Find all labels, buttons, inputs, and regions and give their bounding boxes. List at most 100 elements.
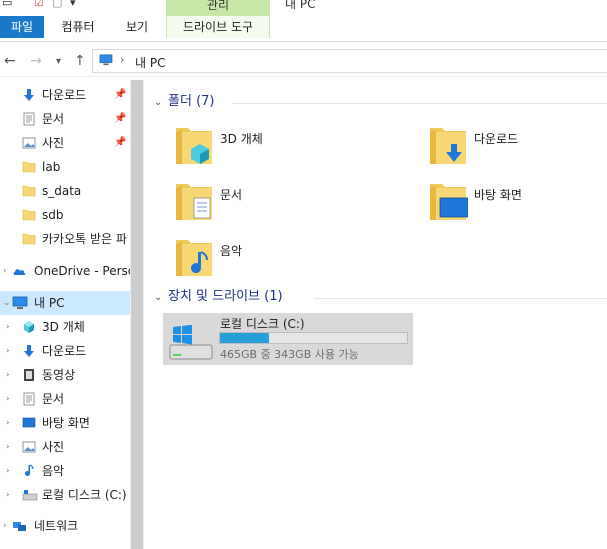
sidebar-item-label: 내 PC	[34, 296, 65, 310]
expand-chevron-icon[interactable]: ›	[3, 514, 7, 538]
tab-file[interactable]: 파일	[0, 16, 44, 38]
folder-icon	[22, 208, 36, 222]
sidebar-item-pictures[interactable]: › 사진	[0, 435, 130, 459]
expand-chevron-icon[interactable]: ›	[6, 315, 10, 339]
sidebar-item-local-disk[interactable]: › 로컬 디스크 (C:)	[0, 483, 130, 507]
sidebar-item-label: 로컬 디스크 (C:)	[42, 488, 127, 502]
group-header-folders[interactable]: ⌄ 폴더 (7)	[154, 92, 214, 112]
pictures-icon	[22, 136, 36, 150]
sidebar-item-onedrive[interactable]: › OneDrive - Persor	[0, 259, 130, 283]
expand-chevron-icon[interactable]: ›	[3, 259, 7, 283]
folder-label: 3D 개체	[220, 132, 263, 146]
pin-icon[interactable]: 📌	[114, 131, 126, 155]
address-path: 내 PC	[135, 56, 166, 70]
sidebar-item-downloads[interactable]: › 다운로드	[0, 339, 130, 363]
group-header-drives[interactable]: ⌄ 장치 및 드라이브 (1)	[154, 287, 283, 307]
sidebar-item-label: 다운로드	[42, 344, 87, 358]
scrollbar-thumb[interactable]	[131, 80, 143, 549]
drive-icon	[22, 488, 38, 502]
download-icon	[22, 88, 36, 102]
sidebar-scrollbar[interactable]	[130, 80, 144, 549]
expand-chevron-icon[interactable]: ›	[6, 339, 10, 363]
sidebar-item-network[interactable]: › 네트워크	[0, 514, 130, 538]
navigation-bar: ← → ▾ ↑ › 내 PC	[0, 45, 607, 77]
sidebar-item-label: 음악	[42, 464, 65, 478]
folder-3d-objects[interactable]: 3D 개체	[174, 122, 394, 172]
folder-icon	[22, 160, 36, 174]
expand-chevron-icon[interactable]: ›	[6, 363, 10, 387]
collapse-chevron-icon[interactable]: ⌄	[3, 291, 11, 315]
drive-usage-text: 465GB 중 343GB 사용 가능	[220, 348, 359, 361]
sidebar-item-this-pc[interactable]: ⌄ 내 PC	[0, 291, 130, 315]
group-divider	[314, 298, 607, 299]
drive-tile-local-disk[interactable]: 로컬 디스크 (C:) 465GB 중 343GB 사용 가능	[163, 313, 413, 365]
drive-usage-bar	[219, 332, 408, 344]
pc-icon	[12, 296, 28, 310]
expand-chevron-icon[interactable]: ›	[6, 411, 10, 435]
folder-documents[interactable]: 문서	[174, 178, 394, 228]
expand-chevron-icon[interactable]: ›	[6, 387, 10, 411]
sidebar-item-documents[interactable]: › 문서	[0, 387, 130, 411]
folder-desktop[interactable]: 바탕 화면	[428, 178, 607, 228]
sidebar-item-label: sdb	[42, 208, 64, 222]
sidebar-item-label: 네트워크	[34, 519, 79, 533]
group-count: (7)	[196, 94, 215, 109]
new-folder-icon[interactable]: ▢	[52, 0, 62, 9]
file-list: ⌄ 폴더 (7) 3D 개체 다운로드 문서 바탕 화면 음악 ⌄ 장치 및 드라이…	[144, 80, 607, 549]
pictures-icon	[22, 440, 36, 454]
sidebar-item-label: 다운로드	[42, 88, 87, 102]
sidebar-item-label: 문서	[42, 392, 65, 406]
group-title: 폴더	[168, 94, 192, 109]
sidebar-item-s-data[interactable]: s_data	[0, 179, 130, 203]
tab-drive-tools[interactable]: 드라이브 도구	[166, 16, 270, 38]
collapse-chevron-icon[interactable]: ⌄	[154, 288, 168, 308]
expand-chevron-icon[interactable]: ›	[6, 483, 10, 507]
sidebar-item-videos[interactable]: › 동영상	[0, 363, 130, 387]
sidebar-item-label: 사진	[42, 440, 65, 454]
sidebar-item-music[interactable]: › 음악	[0, 459, 130, 483]
sidebar-item-lab[interactable]: lab	[0, 155, 130, 179]
sidebar-item-documents-pinned[interactable]: 문서 📌	[0, 107, 130, 131]
forward-arrow-icon[interactable]: →	[30, 53, 42, 69]
up-arrow-icon[interactable]: ↑	[74, 53, 86, 69]
sidebar-item-label: 동영상	[42, 368, 76, 382]
expand-chevron-icon[interactable]: ›	[6, 459, 10, 483]
sidebar-item-sdb[interactable]: sdb	[0, 203, 130, 227]
document-icon	[22, 392, 36, 406]
tab-computer[interactable]: 컴퓨터	[58, 16, 98, 38]
sidebar-item-pictures-pinned[interactable]: 사진 📌	[0, 131, 130, 155]
document-folder-icon	[174, 178, 214, 224]
folder-downloads[interactable]: 다운로드	[428, 122, 607, 172]
ribbon: ▭ ☑ ▢ ▾ 관리 내 PC 파일 컴퓨터 보기 드라이브 도구	[0, 0, 607, 42]
tab-view[interactable]: 보기	[123, 16, 151, 38]
network-icon	[12, 519, 28, 533]
expand-chevron-icon[interactable]: ›	[6, 435, 10, 459]
folder-label: 다운로드	[474, 132, 519, 146]
chevron-down-icon[interactable]: ▾	[70, 0, 76, 9]
chevron-right-icon[interactable]: ›	[120, 53, 124, 66]
music-folder-icon	[174, 234, 214, 280]
download-folder-icon	[428, 122, 468, 168]
address-bar[interactable]: › 내 PC	[92, 49, 607, 73]
sidebar-item-downloads-pinned[interactable]: 다운로드 📌	[0, 83, 130, 107]
sidebar-item-desktop[interactable]: › 바탕 화면	[0, 411, 130, 435]
properties-icon[interactable]: ☑	[34, 0, 44, 9]
download-icon	[22, 344, 36, 358]
sidebar-item-label: lab	[42, 160, 61, 174]
folder-label: 바탕 화면	[474, 188, 522, 202]
sidebar-item-3d-objects[interactable]: › 3D 개체	[0, 315, 130, 339]
back-arrow-icon[interactable]: ←	[4, 53, 16, 69]
drive-usage-fill	[220, 333, 269, 343]
collapse-chevron-icon[interactable]: ⌄	[154, 93, 168, 113]
sidebar-item-label: 사진	[42, 136, 65, 150]
sidebar-item-kakaotalk[interactable]: 카카오톡 받은 파	[0, 227, 130, 251]
document-icon	[22, 112, 36, 126]
pin-icon[interactable]: 📌	[114, 83, 126, 107]
pin-icon[interactable]: 📌	[114, 107, 126, 131]
pc-icon	[98, 54, 114, 66]
pc-icon[interactable]: ▭	[2, 0, 12, 9]
folder-music[interactable]: 음악	[174, 234, 394, 284]
folder-icon	[22, 232, 36, 246]
3d-objects-icon	[22, 320, 36, 334]
recent-locations-chevron-icon[interactable]: ▾	[56, 56, 61, 67]
